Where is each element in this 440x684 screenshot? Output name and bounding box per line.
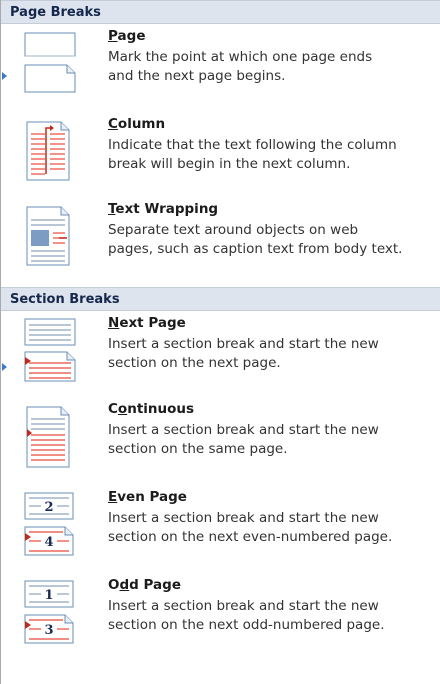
menu-item-title: Continuous (108, 401, 195, 417)
menu-item-description: Insert a section break and start the new… (108, 598, 385, 633)
page-number-3: 3 (44, 623, 53, 638)
page-number-2: 2 (44, 500, 53, 515)
menu-item-continuous[interactable]: Continuous Insert a section break and st… (1, 397, 440, 485)
menu-item-odd-page[interactable]: 1 3 Odd Page Insert a section break and … (1, 573, 440, 661)
menu-item-title: Text Wrapping (108, 201, 219, 217)
menu-item-title: Even Page (108, 489, 187, 505)
menu-item-description: Mark the point at which one page ends and… (108, 49, 373, 84)
menu-item-title: Page (108, 28, 146, 44)
continuous-section-icon (15, 403, 77, 469)
menu-item-title: Column (108, 116, 166, 132)
menu-item-even-page[interactable]: 2 4 Even Page Insert a section break and… (1, 485, 440, 573)
breaks-menu: Page Breaks Page Mark the point at which… (0, 0, 440, 684)
page-break-icon (15, 30, 77, 96)
menu-item-description: Insert a section break and start the new… (108, 422, 379, 457)
text-wrapping-icon (15, 203, 77, 269)
menu-item-column[interactable]: Column Indicate that the text following … (1, 112, 440, 197)
menu-item-page[interactable]: Page Mark the point at which one page en… (1, 24, 440, 112)
next-page-section-icon (15, 317, 77, 383)
selection-marker-icon (2, 72, 7, 80)
menu-item-description: Indicate that the text following the col… (108, 137, 397, 172)
menu-item-description: Insert a section break and start the new… (108, 336, 379, 371)
menu-item-title: Odd Page (108, 577, 181, 593)
section-header-section-breaks: Section Breaks (1, 287, 440, 311)
section-header-page-breaks: Page Breaks (1, 0, 440, 24)
menu-item-description: Separate text around objects on web pages… (108, 222, 403, 257)
menu-item-text-wrapping[interactable]: Text Wrapping Separate text around objec… (1, 197, 440, 287)
odd-page-section-icon: 1 3 (15, 579, 77, 645)
menu-item-description: Insert a section break and start the new… (108, 510, 393, 545)
selection-marker-icon (2, 363, 7, 371)
page-number-4: 4 (44, 535, 53, 550)
menu-item-title: Next Page (108, 315, 186, 331)
column-break-icon (15, 118, 77, 184)
page-number-1: 1 (44, 588, 53, 603)
menu-item-next-page[interactable]: Next Page Insert a section break and sta… (1, 311, 440, 397)
even-page-section-icon: 2 4 (15, 491, 77, 557)
